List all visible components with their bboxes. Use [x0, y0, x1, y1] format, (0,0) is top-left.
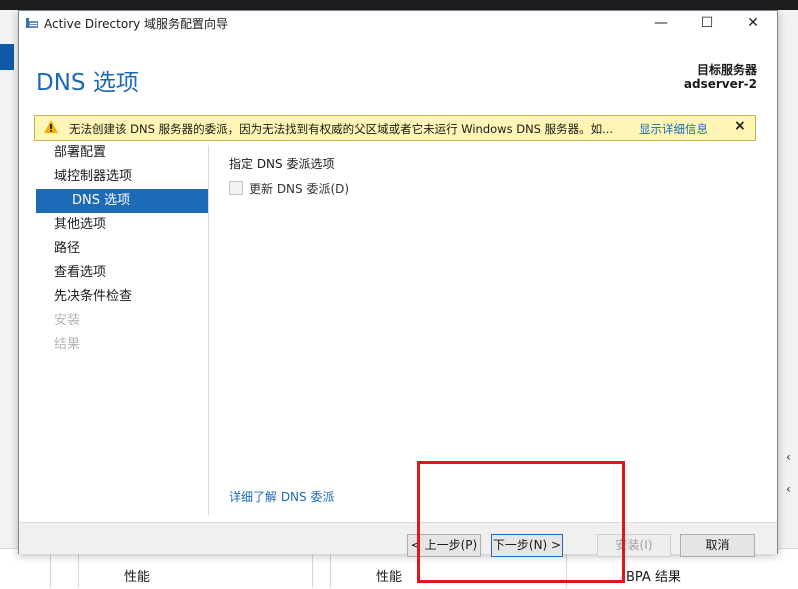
- nav-divider: [208, 145, 209, 515]
- cancel-button[interactable]: 取消: [680, 534, 755, 557]
- nav-item-installation: 安装: [54, 313, 81, 328]
- nav-item-dc-options[interactable]: 域控制器选项: [36, 165, 208, 189]
- show-details-link[interactable]: 显示详细信息: [639, 121, 708, 137]
- tile-label-performance[interactable]: 性能: [124, 566, 150, 585]
- nav-item-results: 结果: [54, 337, 81, 352]
- nav-item-paths[interactable]: 路径: [36, 237, 208, 261]
- divider: [78, 548, 79, 588]
- update-dns-delegation-label[interactable]: 更新 DNS 委派(D): [249, 180, 349, 197]
- tile-label-performance[interactable]: 性能: [376, 566, 402, 585]
- section-heading: 指定 DNS 委派选项: [229, 157, 335, 171]
- wizard-dialog: Active Directory 域服务配置向导 — ☐ ✕ DNS 选项 目标…: [18, 10, 778, 557]
- divider: [566, 548, 567, 588]
- page-title: DNS 选项: [36, 70, 139, 96]
- title-bar[interactable]: Active Directory 域服务配置向导 — ☐ ✕: [19, 11, 777, 35]
- background-nav-active-tab[interactable]: [0, 44, 14, 70]
- maximize-button[interactable]: ☐: [685, 11, 729, 35]
- install-button: 安装(I): [597, 534, 671, 557]
- back-button[interactable]: < 上一步(P): [407, 534, 481, 557]
- background-left-panel: [0, 10, 19, 588]
- warning-icon: [44, 120, 58, 133]
- wizard-nav: 部署配置 域控制器选项 DNS 选项 其他选项 路径 查看选项 先决条件检查 安…: [36, 141, 208, 357]
- divider: [312, 548, 313, 588]
- server-manager-icon: [26, 18, 38, 28]
- divider: [50, 548, 51, 588]
- nav-item-additional-options[interactable]: 其他选项: [36, 213, 208, 237]
- tile-label-bpa[interactable]: BPA 结果: [626, 566, 681, 585]
- window-title: Active Directory 域服务配置向导: [44, 17, 229, 31]
- nav-item-prerequisites-check[interactable]: 先决条件检查: [36, 285, 208, 309]
- target-server-label: 目标服务器: [696, 63, 757, 77]
- warning-message: 无法创建该 DNS 服务器的委派，因为无法找到有权威的父区域或者它未运行 Win…: [69, 122, 614, 136]
- close-icon[interactable]: ×: [734, 118, 746, 134]
- warning-banner: 无法创建该 DNS 服务器的委派，因为无法找到有权威的父区域或者它未运行 Win…: [34, 115, 756, 141]
- collapse-icon[interactable]: ‹: [786, 482, 791, 496]
- target-server-value: adserver-2: [683, 77, 757, 91]
- collapse-icon[interactable]: ‹: [786, 450, 791, 464]
- background-right-panel: [776, 10, 798, 588]
- button-bar: < 上一步(P) 下一步(N) > 安装(I) 取消: [19, 522, 777, 557]
- nav-item-review-options[interactable]: 查看选项: [36, 261, 208, 285]
- minimize-button[interactable]: —: [639, 11, 683, 35]
- close-button[interactable]: ✕: [731, 11, 775, 35]
- learn-more-link[interactable]: 详细了解 DNS 委派: [229, 488, 334, 505]
- update-dns-delegation-checkbox[interactable]: [229, 181, 243, 195]
- nav-item-dns-options[interactable]: DNS 选项: [36, 189, 208, 213]
- background-topbar: [0, 0, 798, 10]
- nav-item-deployment-config[interactable]: 部署配置: [36, 141, 208, 165]
- divider: [330, 548, 331, 588]
- next-button[interactable]: 下一步(N) >: [491, 534, 563, 557]
